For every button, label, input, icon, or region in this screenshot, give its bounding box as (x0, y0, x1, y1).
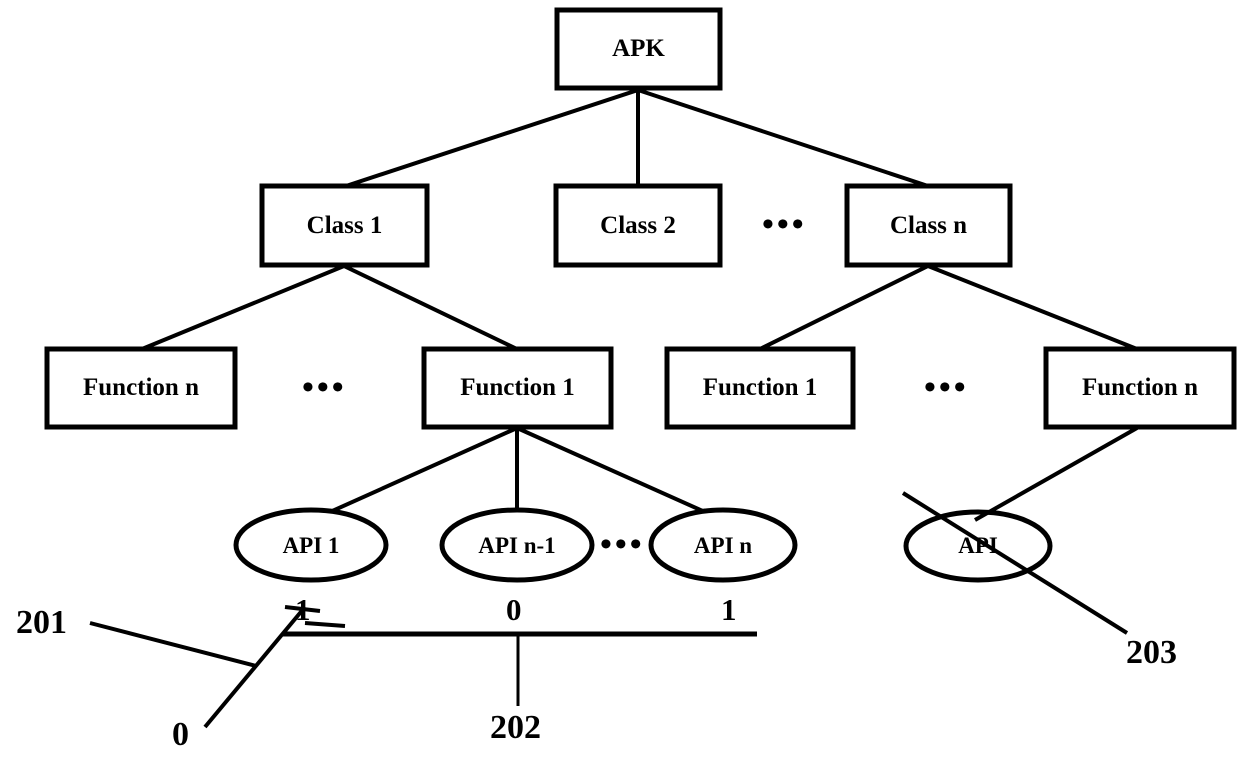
leader-line-leading-zero (203, 605, 307, 729)
api-1-ellipse (233, 507, 389, 583)
edge-apk-to-classn (637, 88, 929, 188)
apk-box (554, 7, 723, 91)
leader-line-203 (901, 491, 1129, 635)
diagram-canvas: APK Class 1 Class 2 Class n ••• Function… (0, 0, 1240, 766)
diagram-vector-layer (44, 7, 1237, 729)
edge-function1-to-apin (516, 426, 706, 514)
ellipsis-functions-left-icon: ••• (302, 369, 347, 406)
api-n-ellipse (648, 507, 798, 583)
function-1-left-box (421, 346, 614, 430)
ellipsis-functions-right-icon: ••• (924, 369, 969, 406)
edge-function1-to-api1 (329, 426, 518, 514)
function-n-right-box (1043, 346, 1237, 430)
class1-box (259, 183, 430, 268)
reference-202: 202 (490, 709, 541, 746)
class2-box (553, 183, 723, 268)
edge-class1-to-function1 (343, 264, 518, 351)
bit-digit-3: 1 (721, 592, 737, 627)
api-n-1-ellipse (439, 507, 595, 583)
function-1-right-box (664, 346, 856, 430)
ellipsis-apis-icon: ••• (600, 526, 645, 563)
bit-leading-zero: 0 (172, 716, 189, 753)
function-n-left-box (44, 346, 238, 430)
ellipsis-classes-icon: ••• (762, 206, 807, 243)
bit-digit-2: 0 (506, 592, 522, 627)
edge-classn-to-function1 (759, 264, 929, 351)
edge-functionn-to-api (974, 426, 1138, 522)
edge-class1-to-functionn (141, 264, 345, 351)
bit-tick-lower (304, 621, 346, 628)
leader-line-201 (89, 621, 257, 668)
reference-203: 203 (1126, 634, 1177, 671)
classn-box (844, 183, 1013, 268)
edge-apk-to-class1 (345, 88, 639, 188)
edge-classn-to-functionn (927, 264, 1138, 351)
reference-201: 201 (16, 604, 67, 641)
bit-digit-1: 1 (295, 592, 311, 627)
